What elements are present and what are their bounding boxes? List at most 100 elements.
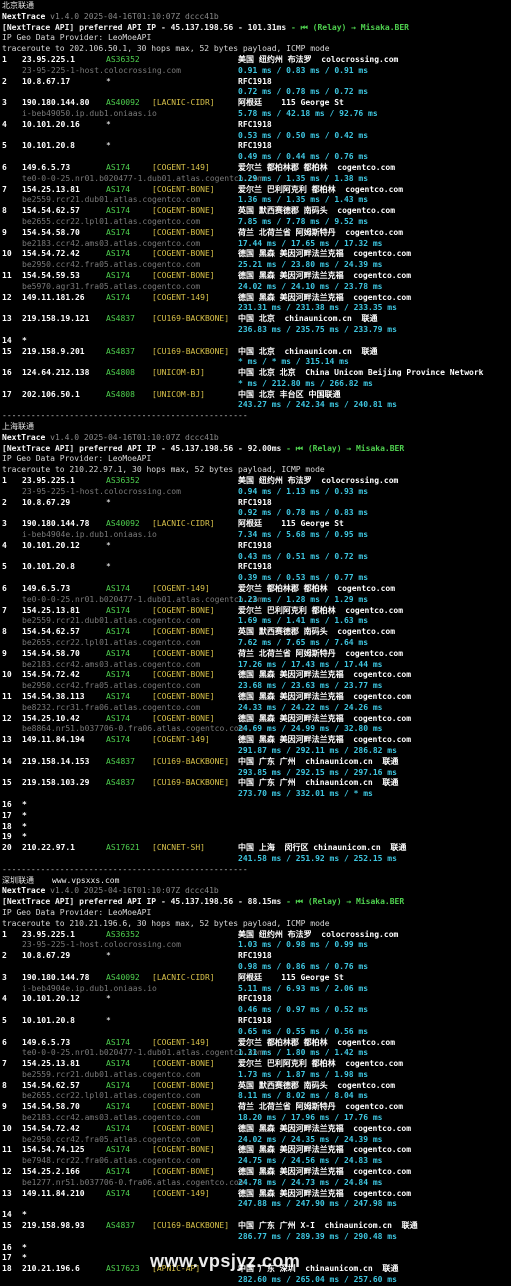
hop-latency: 8.11 ms / 8.02 ms / 8.04 ms xyxy=(238,1091,369,1101)
hop-geo: 荷兰 北荷兰省 阿姆斯特丹 cogentco.com xyxy=(238,1102,404,1112)
hop-number: 3 xyxy=(2,972,7,982)
hop-asn: * xyxy=(106,1015,111,1025)
hop-asn: AS174 xyxy=(106,1145,131,1155)
hop-main-row: 7 154.25.13.81 AS174 [COGENT-BONE] 爱尔兰 巴利阿克利… xyxy=(2,185,509,196)
hop-latency: 18.20 ms / 17.96 ms / 17.76 ms xyxy=(238,1113,383,1123)
hop-tag: [COGENT-BONE] xyxy=(152,648,215,658)
hop-geo: 德国 黑森 美因河畔法兰克福 cogentco.com xyxy=(238,1167,412,1177)
hop-geo: RFC1918 xyxy=(238,994,272,1004)
hop-ip: 154.54.72.42 xyxy=(22,1123,80,1133)
hop-ip: 202.106.50.1 xyxy=(22,389,80,399)
hop-number: 12 xyxy=(2,713,12,723)
hop-ip: 149.6.5.73 xyxy=(22,584,71,594)
hop-latency: 24.02 ms / 24.10 ms / 23.78 ms xyxy=(238,281,383,291)
hop-ip: 154.25.13.81 xyxy=(22,1059,80,1069)
hop-latency: 5.11 ms / 6.93 ms / 2.06 ms xyxy=(238,983,369,993)
hop-tag: [COGENT-BONE] xyxy=(152,1123,215,1133)
hop-main-row: 13 219.158.19.121 AS4837 [CU169-BACKBONE] 中国… xyxy=(2,314,509,325)
hop-entry: 17 * xyxy=(2,1253,509,1264)
api-relay: - ⏮ (Relay) → Misaka.BER xyxy=(281,443,405,453)
hop-main-row: 6 149.6.5.73 AS174 [COGENT-149] 爱尔兰 都柏林郡 都柏林… xyxy=(2,584,509,595)
hop-detail-row: 282.60 ms / 265.04 ms / 257.60 ms xyxy=(2,1275,509,1286)
hop-number: 3 xyxy=(2,98,7,108)
hop-geo: 中国 广东 广州 X-I chinaunicom.cn 联通 xyxy=(238,1221,418,1231)
hop-geo: 德国 黑森 美因河畔法兰克福 cogentco.com xyxy=(238,670,412,680)
hop-ip: * xyxy=(22,810,27,820)
hop-entry: 4 10.101.20.12 * RFC1918 0.46 ms / 0.97 ms /… xyxy=(2,994,509,1016)
hop-asn: AS174 xyxy=(106,206,131,216)
hop-entry: 14 * xyxy=(2,1210,509,1221)
hop-number: 11 xyxy=(2,692,12,701)
hop-latency: 247.88 ms / 247.90 ms / 247.98 ms xyxy=(238,1199,397,1209)
hop-tag: [COGENT-BONE] xyxy=(152,627,215,637)
hop-hostname: be2183.ccr42.ams03.atlas.cogentco.com xyxy=(22,1113,201,1123)
hop-number: 1 xyxy=(2,54,7,64)
hop-tag: [LACNIC-CIDR] xyxy=(152,972,215,982)
hop-hostname: 23-95-225-1-host.colocrossing.com xyxy=(22,65,181,75)
hop-number: 16 xyxy=(2,1242,12,1252)
hop-main-row: 13 149.11.84.194 AS174 [COGENT-149] 德国 黑森 美因… xyxy=(2,735,509,746)
hop-latency: * ms / * ms / 315.14 ms xyxy=(238,357,349,367)
hop-asn: AS174 xyxy=(106,1102,131,1112)
hop-number: 2 xyxy=(2,951,7,961)
hop-tag: [APNIC-AP] xyxy=(152,1264,201,1274)
hop-main-row: 5 10.101.20.8 * RFC1918 xyxy=(2,562,509,573)
hop-hostname: i-beb4904e.ip.dub1.oniaas.io xyxy=(22,530,157,540)
hop-ip: 149.6.5.73 xyxy=(22,162,71,172)
hop-main-row: 17 202.106.50.1 AS4808 [UNICOM-BJ] 中国 北京 丰台区… xyxy=(2,390,509,401)
hop-number: 8 xyxy=(2,206,7,216)
hop-hostname: 23-95-225-1-host.colocrossing.com xyxy=(22,486,181,496)
hop-number: 9 xyxy=(2,1102,7,1112)
hop-asn: AS4837 xyxy=(106,1221,135,1231)
hop-ip: * xyxy=(22,1242,27,1252)
hop-detail-row: 247.88 ms / 247.90 ms / 247.98 ms xyxy=(2,1199,509,1210)
hop-entry: 13 149.11.84.210 AS174 [COGENT-149] 德国 黑森 美因… xyxy=(2,1189,509,1211)
hop-geo: RFC1918 xyxy=(238,497,272,507)
hop-asn: AS174 xyxy=(106,184,131,194)
api-relay: - ⏮ (Relay) → Misaka.BER xyxy=(281,897,405,907)
hop-ip: * xyxy=(22,335,27,345)
hop-latency: 24.02 ms / 24.35 ms / 24.39 ms xyxy=(238,1134,383,1144)
hop-asn: AS40092 xyxy=(106,972,140,982)
hop-tag: [COGENT-BONE] xyxy=(152,1059,215,1069)
hop-ip: 219.158.19.121 xyxy=(22,314,90,324)
hop-latency: 231.31 ms / 231.38 ms / 233.35 ms xyxy=(238,303,397,313)
hop-number: 5 xyxy=(2,1015,7,1025)
hop-ip: 190.180.144.78 xyxy=(22,972,90,982)
hop-detail-row: 0.92 ms / 0.78 ms / 0.83 ms xyxy=(2,508,509,519)
hop-main-row: 12 154.25.10.42 AS174 [COGENT-BONE] 德国 黑森 美因… xyxy=(2,714,509,725)
hop-number: 15 xyxy=(2,346,12,356)
hop-latency: 24.69 ms / 24.99 ms / 32.80 ms xyxy=(238,724,383,734)
hop-main-row: 15 219.158.103.29 AS4837 [CU169-BACKBONE] 中国… xyxy=(2,778,509,789)
hop-tag: [COGENT-BONE] xyxy=(152,1145,215,1155)
hop-hostname: be2655.ccr22.lpl01.atlas.cogentco.com xyxy=(22,638,201,648)
hop-number: 16 xyxy=(2,799,12,809)
hop-geo: 阿根廷 115 George St xyxy=(238,98,344,108)
hop-entry: 9 154.54.58.70 AS174 [COGENT-BONE] 荷兰 北荷兰省 阿… xyxy=(2,649,509,671)
hop-tag: [UNICOM-BJ] xyxy=(152,368,205,378)
hop-tag: [COGENT-149] xyxy=(152,735,210,745)
hop-detail-row: be2183.ccr42.ams03.atlas.cogentco.com 18.… xyxy=(2,1113,509,1124)
hop-detail-row: 291.87 ms / 292.11 ms / 286.82 ms xyxy=(2,746,509,757)
hop-main-row: 12 154.25.2.166 AS174 [COGENT-BONE] 德国 黑森 美因… xyxy=(2,1167,509,1178)
section-title-text: 深圳联通 xyxy=(2,875,34,885)
hop-entry: 4 10.101.20.16 * RFC1918 0.53 ms / 0.50 ms /… xyxy=(2,120,509,142)
hop-geo: 中国 北京 丰台区 中国联通 xyxy=(238,389,341,399)
app-name: NextTrace xyxy=(2,11,46,21)
hop-ip: 149.6.5.73 xyxy=(22,1037,71,1047)
hop-asn: AS174 xyxy=(106,1123,131,1133)
traceroute-line: traceroute to 202.106.50.1, 30 hops max,… xyxy=(2,44,330,54)
hop-latency: 282.60 ms / 265.04 ms / 257.60 ms xyxy=(238,1275,397,1285)
hop-geo: 中国 北京 北京 China Unicom Beijing Province N… xyxy=(238,368,484,378)
api-line: [NextTrace API] preferred API IP - 45.13… xyxy=(2,897,509,908)
hop-number: 15 xyxy=(2,1221,12,1231)
hop-hostname: te0-0-0-25.nr01.b020477-1.dub01.atlas.co… xyxy=(22,1048,263,1058)
hop-entry: 18 * xyxy=(2,822,509,833)
hop-tag: [CU169-BACKBONE] xyxy=(152,1221,230,1231)
hop-geo: 德国 黑森 美因河畔法兰克福 cogentco.com xyxy=(238,249,412,259)
hop-number: 20 xyxy=(2,843,12,853)
hop-entry: 5 10.101.20.8 * RFC1918 0.39 ms / 0.53 ms / … xyxy=(2,562,509,584)
hop-main-row: 8 154.54.62.57 AS174 [COGENT-BONE] 英国 默西赛德郡 … xyxy=(2,206,509,217)
api-line: [NextTrace API] preferred API IP - 45.13… xyxy=(2,444,509,455)
hop-entry: 6 149.6.5.73 AS174 [COGENT-149] 爱尔兰 都柏林郡 都柏林… xyxy=(2,163,509,185)
